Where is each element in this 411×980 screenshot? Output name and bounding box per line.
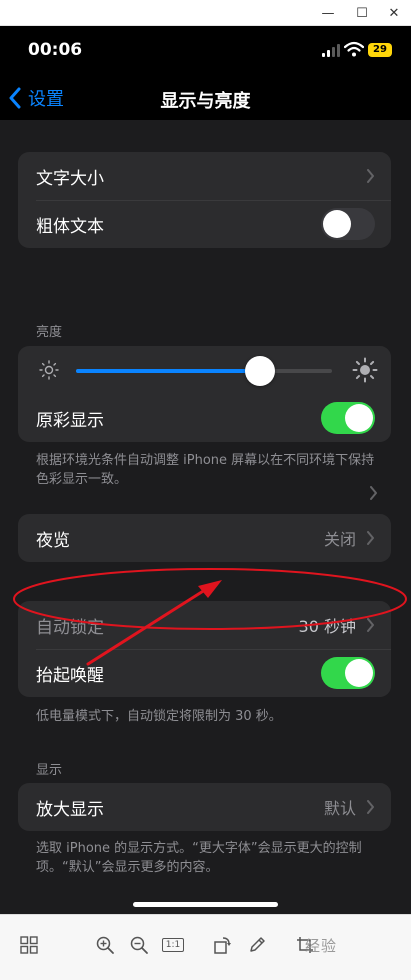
text-settings-group: 文字大小 粗体文本 (18, 152, 391, 248)
bold-text-toggle[interactable] (321, 208, 375, 240)
chevron-right-icon (367, 618, 374, 632)
auto-lock-row[interactable]: 自动锁定 30 秒钟 (18, 601, 391, 649)
rotate-button[interactable] (211, 933, 235, 957)
bold-text-label: 粗体文本 (36, 216, 104, 237)
display-zoom-group: 放大显示 默认 (18, 783, 391, 831)
minimize-icon[interactable]: — (311, 0, 345, 26)
display-header: 显示 (36, 763, 63, 778)
zoom-in-button[interactable] (93, 933, 117, 957)
true-tone-footnote: 根据环境光条件自动调整 iPhone 屏幕以在不同环境下保持色彩显示一致。 (36, 453, 375, 487)
display-zoom-footnote: 选取 iPhone 的显示方式。“更大字体”会显示更大的控制项。“默认”会显示更… (36, 841, 362, 875)
brightness-header: 亮度 (36, 325, 63, 340)
chevron-right-icon (370, 486, 377, 500)
rotate-icon (214, 937, 231, 954)
nav-bar: 设置 显示与亮度 (0, 76, 411, 120)
auto-lock-label: 自动锁定 (36, 617, 104, 638)
status-bar: 00:06 29 (0, 26, 411, 76)
actual-size-button[interactable]: 1:1 (161, 933, 185, 957)
toggle-knob (345, 659, 373, 687)
home-indicator (133, 902, 278, 907)
night-shift-group: 夜览 关闭 (18, 514, 391, 562)
zoom-out-button[interactable] (127, 933, 151, 957)
settings-content: 文字大小 粗体文本 亮度 原彩显示 根据环境光条件自动调整 iPhone 屏幕以… (0, 120, 411, 914)
sun-small-icon (39, 360, 59, 380)
wifi-icon (344, 41, 364, 57)
raise-to-wake-row: 抬起唤醒 (18, 649, 391, 697)
close-icon[interactable]: ✕ (377, 0, 411, 26)
toggle-knob (323, 210, 351, 238)
grid-view-button[interactable] (17, 933, 41, 957)
zoom-in-icon (96, 936, 114, 954)
maximize-icon[interactable]: ☐ (345, 0, 379, 26)
raise-to-wake-label: 抬起唤醒 (36, 665, 104, 686)
brightness-group: 原彩显示 (18, 346, 391, 442)
true-tone-toggle[interactable] (321, 402, 375, 434)
pencil-icon (250, 937, 265, 952)
night-shift-value: 关闭 (323, 530, 356, 549)
night-shift-row[interactable]: 夜览 关闭 (18, 514, 391, 562)
phone-screen: 00:06 29 设置 显示与亮度 文字大小 粗体文本 亮度 原彩显示 根据环境… (0, 26, 411, 914)
toggle-knob (345, 404, 373, 432)
auto-lock-footnote: 低电量模式下，自动锁定将限制为 30 秒。 (36, 709, 282, 724)
brightness-slider-fill (76, 369, 261, 373)
chevron-right-icon (367, 531, 374, 545)
chevron-right-icon (367, 800, 374, 814)
raise-to-wake-toggle[interactable] (321, 657, 375, 689)
actual-size-label: 1:1 (161, 938, 185, 952)
chevron-right-icon (367, 169, 374, 183)
page-title: 显示与亮度 (160, 91, 251, 112)
display-zoom-row[interactable]: 放大显示 默认 (18, 783, 391, 831)
bold-text-row: 粗体文本 (18, 200, 391, 248)
brightness-slider-row (18, 346, 391, 394)
battery-indicator: 29 (368, 43, 392, 57)
text-size-row[interactable]: 文字大小 (18, 152, 391, 200)
lock-settings-group: 自动锁定 30 秒钟 抬起唤醒 (18, 601, 391, 697)
true-tone-row: 原彩显示 (18, 394, 391, 442)
viewer-toolbar: 1:1 经验 (0, 914, 411, 980)
display-zoom-label: 放大显示 (36, 799, 104, 820)
zoom-out-icon (130, 936, 148, 954)
display-zoom-value: 默认 (323, 799, 356, 818)
auto-lock-value: 30 秒钟 (298, 617, 356, 636)
night-shift-label: 夜览 (36, 530, 70, 551)
true-tone-label: 原彩显示 (36, 410, 104, 431)
window-titlebar: — ☐ ✕ (0, 0, 411, 26)
text-size-label: 文字大小 (36, 168, 104, 189)
sun-large-icon (352, 357, 378, 383)
status-time: 00:06 (28, 40, 83, 60)
watermark: 经验 (305, 937, 338, 955)
brightness-slider-thumb[interactable] (245, 356, 276, 386)
grid-icon (20, 936, 38, 954)
brightness-slider-track[interactable] (76, 369, 332, 373)
edit-button[interactable] (245, 933, 269, 957)
cellular-signal-icon (322, 44, 340, 57)
